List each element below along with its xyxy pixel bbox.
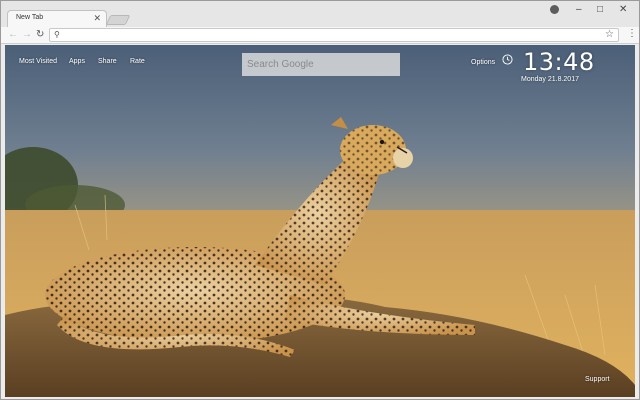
clock-icon[interactable] [502,54,513,65]
tab-new-tab[interactable]: New Tab ✕ [7,10,107,28]
new-tab-page: Most Visited Apps Share Rate Options 13:… [5,45,635,397]
star-icon[interactable]: ☆ [605,29,614,40]
apps-link[interactable]: Apps [69,58,85,65]
close-icon[interactable]: ✕ [93,13,101,24]
share-link[interactable]: Share [98,58,117,65]
maximize-button[interactable]: □ [597,4,603,16]
close-window-button[interactable]: ✕ [619,4,627,16]
back-arrow-icon[interactable]: ← [8,29,18,41]
most-visited-link[interactable]: Most Visited [19,58,57,65]
rate-link[interactable]: Rate [130,58,145,65]
clock-time: 13:48 [523,48,595,76]
clock-date: Monday 21.8.2017 [521,76,579,83]
profile-icon[interactable] [550,5,559,14]
address-bar[interactable]: ⚲ ☆ [49,28,619,42]
cheetah-background-image [5,45,635,397]
browser-toolbar: ← → ↻ ⚲ ☆ ⋮ [1,27,639,44]
reload-icon[interactable]: ↻ [36,29,44,41]
search-icon: ⚲ [54,30,60,39]
minimize-button[interactable]: – [576,4,582,16]
kebab-menu-icon[interactable]: ⋮ [627,28,637,40]
search-google-input[interactable] [242,53,400,76]
tab-title: New Tab [16,14,44,21]
browser-window: New Tab ✕ – □ ✕ ← → ↻ ⚲ ☆ ⋮ Most Visited… [0,0,640,400]
options-link[interactable]: Options [471,59,495,66]
title-bar: New Tab ✕ – □ ✕ [1,1,639,28]
new-tab-button[interactable] [105,15,131,25]
support-link[interactable]: Support [585,376,610,383]
forward-arrow-icon[interactable]: → [22,29,32,41]
